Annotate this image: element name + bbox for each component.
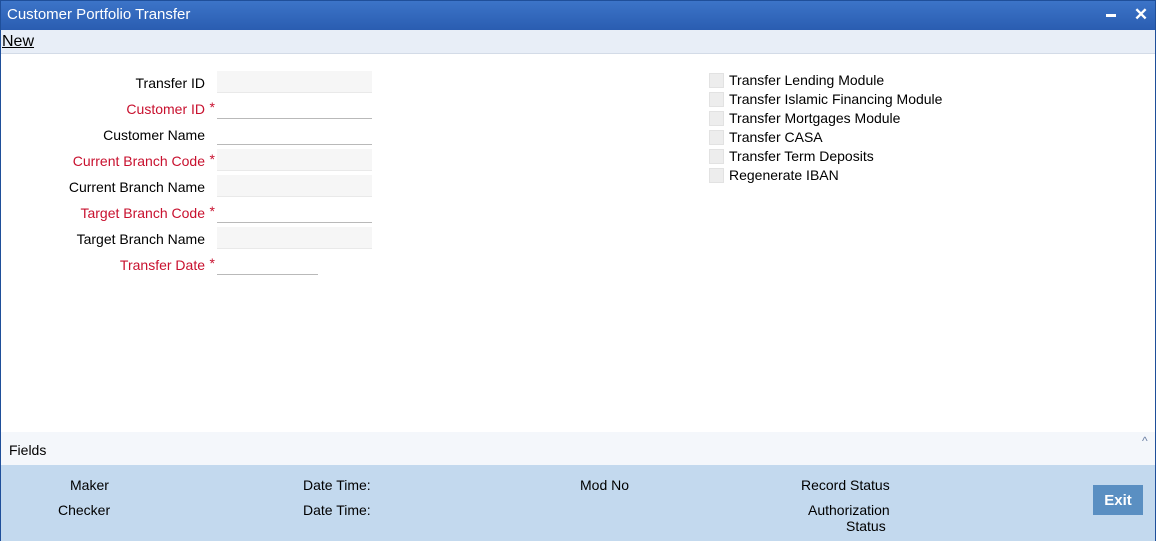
minimize-button[interactable] (1101, 5, 1121, 25)
customer-name-field[interactable] (217, 123, 372, 145)
customer-id-field[interactable] (217, 97, 372, 119)
regenerate-iban-label: Regenerate IBAN (729, 167, 839, 183)
transfer-date-field[interactable] (217, 253, 318, 275)
checker-date-time-label: Date Time: (303, 502, 371, 518)
checker-label: Checker (58, 502, 111, 518)
customer-name-label: Customer Name (103, 127, 205, 143)
regenerate-iban-checkbox[interactable] (709, 168, 724, 183)
transfer-islamic-financing-module-checkbox[interactable] (709, 92, 724, 107)
maker-label: Maker (70, 477, 109, 493)
customer-id-label: Customer ID (126, 101, 205, 117)
transfer-islamic-financing-module-label: Transfer Islamic Financing Module (729, 91, 943, 107)
transfer-id-field[interactable] (217, 71, 372, 93)
transfer-date-label: Transfer Date (119, 257, 205, 273)
transfer-lending-module-checkbox[interactable] (709, 73, 724, 88)
authorization-status-label-line1: Authorization (808, 502, 890, 518)
target-branch-name-field[interactable] (217, 227, 372, 249)
form-labels: Transfer ID Customer ID * Customer Name … (1, 1, 216, 301)
transfer-date-required-marker: * (209, 255, 215, 271)
maker-date-time-label: Date Time: (303, 477, 371, 493)
transfer-casa-label: Transfer CASA (729, 129, 823, 145)
transfer-term-deposits-label: Transfer Term Deposits (729, 148, 874, 164)
customer-portfolio-transfer-window: Customer Portfolio Transfer ✕ New Transf… (0, 0, 1156, 541)
transfer-id-label: Transfer ID (135, 75, 206, 91)
current-branch-code-label: Current Branch Code (72, 153, 205, 169)
current-branch-code-field[interactable] (217, 149, 372, 171)
transfer-term-deposits-checkbox[interactable] (709, 149, 724, 164)
target-branch-name-label: Target Branch Name (76, 231, 205, 247)
current-branch-name-field[interactable] (217, 175, 372, 197)
exit-button[interactable]: Exit (1093, 485, 1143, 515)
transfer-lending-module-label: Transfer Lending Module (729, 72, 885, 88)
target-branch-code-field[interactable] (217, 201, 372, 223)
audit-footer: Maker Checker Date Time: Date Time: Mod … (1, 465, 1155, 541)
fields-section-header: Fields ^ (1, 432, 1155, 465)
current-branch-name-label: Current Branch Name (68, 179, 205, 195)
minimize-icon (1106, 14, 1116, 18)
close-button[interactable]: ✕ (1131, 5, 1151, 25)
customer-id-required-marker: * (209, 99, 215, 115)
transfer-casa-checkbox[interactable] (709, 130, 724, 145)
target-branch-code-required-marker: * (209, 203, 215, 219)
chevron-up-icon[interactable]: ^ (1142, 434, 1148, 448)
transfer-mortgages-module-checkbox[interactable] (709, 111, 724, 126)
authorization-status-label-line2: Status (846, 518, 886, 534)
transfer-mortgages-module-label: Transfer Mortgages Module (729, 110, 901, 126)
fields-section-title: Fields (9, 442, 47, 458)
current-branch-code-required-marker: * (209, 151, 215, 167)
record-status-label: Record Status (801, 477, 890, 493)
target-branch-code-label: Target Branch Code (80, 205, 205, 221)
mod-no-label: Mod No (580, 477, 630, 493)
close-icon: ✕ (1133, 5, 1149, 24)
